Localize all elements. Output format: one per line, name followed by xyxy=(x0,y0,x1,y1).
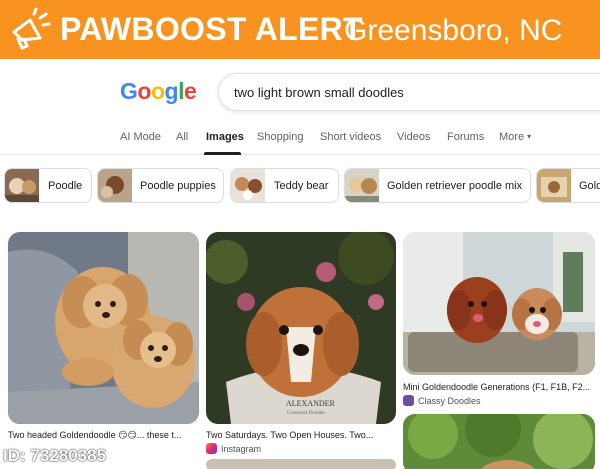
chip-label: Poodle xyxy=(48,180,83,192)
logo-letter: o xyxy=(150,78,165,104)
chip-gold-partial[interactable]: Gold xyxy=(536,168,600,203)
logo-letter: o xyxy=(137,78,151,104)
tab-forums[interactable]: Forums xyxy=(447,131,484,143)
id-tag: ID: 73280385 xyxy=(3,446,107,465)
chip-poodle[interactable]: Poodle xyxy=(4,168,92,203)
chip-thumbnail xyxy=(231,169,265,202)
tab-videos[interactable]: Videos xyxy=(397,131,430,143)
tab-images[interactable]: Images xyxy=(206,131,244,143)
classy-doodles-favicon-icon xyxy=(403,395,414,406)
banner-city: Greensboro, NC xyxy=(344,14,563,47)
active-tab-indicator xyxy=(204,152,241,155)
logo-letter: e xyxy=(183,78,197,104)
result-source-label: Classy Doodles xyxy=(418,395,481,406)
result-source[interactable]: Instagram xyxy=(206,443,261,454)
chip-teddy-bear[interactable]: Teddy bear xyxy=(230,168,339,203)
tab-all[interactable]: All xyxy=(176,131,188,143)
result-source[interactable]: Classy Doodles xyxy=(403,395,481,406)
result-image: ALEXANDER Crossbred Doodles xyxy=(206,232,396,424)
chip-label: Poodle puppies xyxy=(140,180,216,192)
tab-more[interactable]: More ▾ xyxy=(499,131,531,143)
chip-thumbnail xyxy=(345,169,379,202)
chip-thumbnail xyxy=(5,169,39,202)
chip-golden-retriever-poodle-mix[interactable]: Golden retriever poodle mix xyxy=(344,168,531,203)
image-result-1[interactable]: Two headed Goldendoodle 😏😏... these t... xyxy=(8,232,200,444)
result-image xyxy=(8,232,199,424)
logo-letter: g xyxy=(164,78,179,104)
tab-ai-mode[interactable]: AI Mode xyxy=(120,131,161,143)
chip-label: Gold xyxy=(579,180,600,192)
photo-text-breeder: Crossbred Doodles xyxy=(287,411,325,416)
result-image xyxy=(403,232,595,375)
google-logo[interactable]: Google xyxy=(120,78,197,105)
pawboost-banner: PAWBOOST ALERT Greensboro, NC xyxy=(0,0,600,59)
result-title[interactable]: Two Saturdays. Two Open Houses. Two... xyxy=(206,430,373,440)
result-image xyxy=(403,414,595,469)
chip-label: Teddy bear xyxy=(274,180,329,192)
image-result-4[interactable] xyxy=(403,414,600,469)
instagram-icon xyxy=(206,443,217,454)
image-result-3[interactable]: Mini Goldendoodle Generations (F1, F1B, … xyxy=(403,232,600,410)
image-result-2[interactable]: ALEXANDER Crossbred Doodles Two Saturday… xyxy=(206,232,397,457)
search-tabs: AI Mode All Images Shopping Short videos… xyxy=(0,125,600,155)
chip-thumbnail xyxy=(537,169,571,202)
chip-label: Golden retriever poodle mix xyxy=(387,180,523,192)
chip-poodle-puppies[interactable]: Poodle puppies xyxy=(97,168,224,203)
chip-thumbnail xyxy=(98,169,132,202)
search-query: two light brown small doodles xyxy=(234,85,404,100)
search-input[interactable]: two light brown small doodles xyxy=(218,73,600,111)
tab-more-label: More xyxy=(499,131,525,143)
photo-text-alexander: ALEXANDER xyxy=(286,399,336,408)
tab-short-videos[interactable]: Short videos xyxy=(320,131,381,143)
caret-down-icon: ▾ xyxy=(527,132,532,141)
banner-brand: PAWBOOST ALERT xyxy=(60,11,363,47)
screenshot-root: { "banner": { "brand": "PAWBOOST ALERT",… xyxy=(0,0,600,469)
result-title[interactable]: Two headed Goldendoodle 😏😏... these t... xyxy=(8,430,181,441)
result-image xyxy=(206,459,396,469)
megaphone-icon xyxy=(12,7,51,50)
tab-shopping[interactable]: Shopping xyxy=(257,131,304,143)
image-result-5[interactable] xyxy=(206,459,397,469)
result-source-label: Instagram xyxy=(221,443,262,454)
logo-letter: G xyxy=(120,78,138,104)
result-title[interactable]: Mini Goldendoodle Generations (F1, F1B, … xyxy=(403,382,590,392)
